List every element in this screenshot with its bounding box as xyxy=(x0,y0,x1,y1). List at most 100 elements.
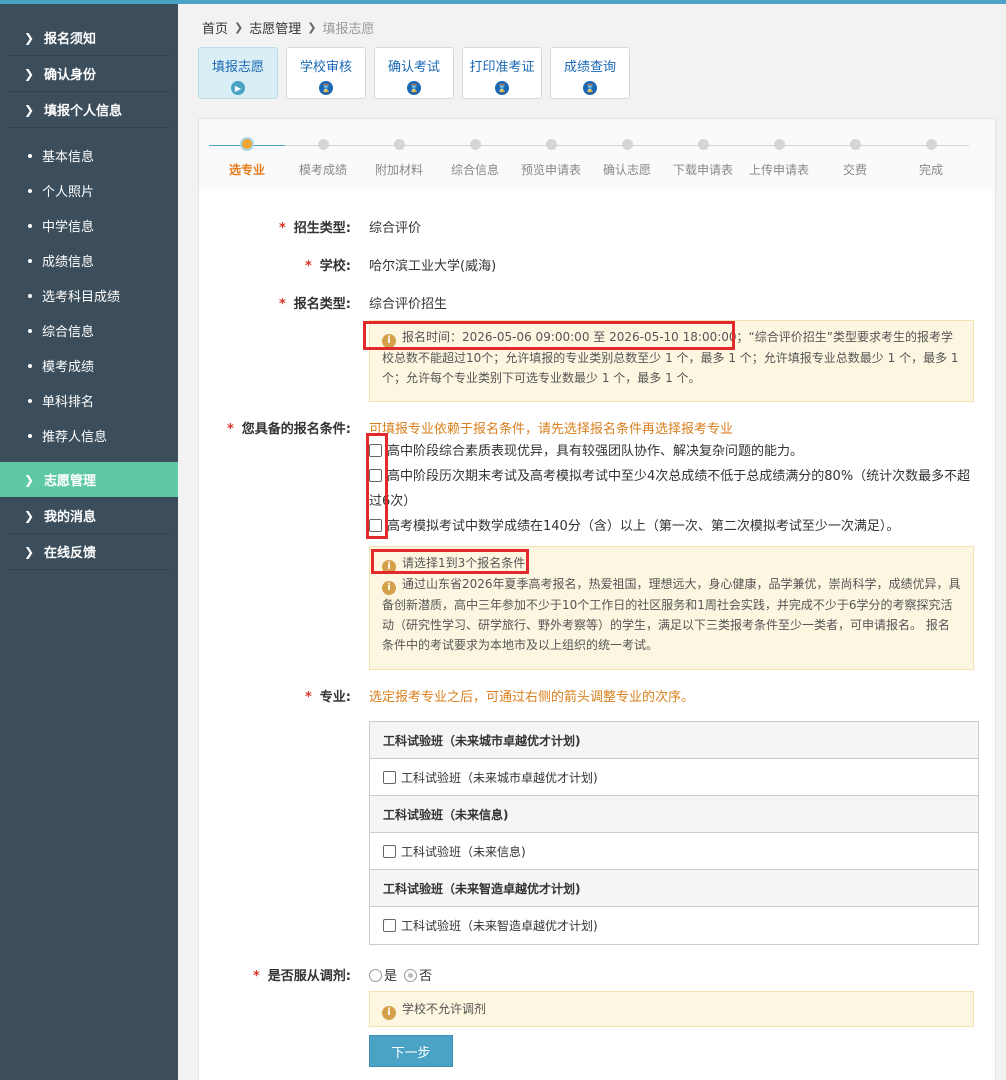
breadcrumb-current: 填报志愿 xyxy=(322,22,375,37)
tab-confirm-exam[interactable]: 确认考试 ⌛ xyxy=(374,47,454,99)
conditions-hint: 可填报专业依赖于报名条件，请先选择报名条件再选择报考专业 xyxy=(369,422,734,437)
play-icon: ▶ xyxy=(231,81,245,95)
step-select-major: 选专业 xyxy=(209,137,285,178)
school-value: 哈尔滨工业大学(威海) xyxy=(369,259,497,274)
sidebar-item-school-info[interactable]: 中学信息 xyxy=(0,208,178,243)
major-group-title: 工科试验班（未来信息) xyxy=(370,796,978,833)
main-content: 首页 ❯ 志愿管理 ❯ 填报志愿 填报志愿 ▶ 学校审核 ⌛ 确认考试 ⌛ 打印准考证… xyxy=(178,4,1006,1080)
hourglass-icon: ⌛ xyxy=(495,81,509,95)
conditions-note-body: 通过山东省2026年夏季高考报名，热爱祖国，理想远大，身心健康，品学兼优，崇尚科… xyxy=(382,577,961,652)
adjust-note: i 学校不允许调剂 xyxy=(369,991,974,1027)
chevron-right-icon: ❯ xyxy=(307,21,317,34)
bullet-icon xyxy=(28,258,32,263)
condition-item: 高中阶段历次期末考试及高考模拟考试中至少4次总成绩不低于总成绩满分的80%（统计… xyxy=(369,469,971,509)
chevron-down-icon: ❯ xyxy=(24,102,35,117)
tab-fill-volunteer[interactable]: 填报志愿 ▶ xyxy=(198,47,278,99)
major-option[interactable]: 工科试验班（未来智造卓越优才计划) xyxy=(370,907,978,944)
sidebar: ❯ 报名须知 ❯ 确认身份 ❯ 填报个人信息 基本信息 个人照片 中学信息 成绩信息 … xyxy=(0,4,178,1080)
breadcrumb: 首页 ❯ 志愿管理 ❯ 填报志愿 xyxy=(202,18,374,37)
step-materials: 附加材料 xyxy=(361,139,437,178)
hourglass-icon: ⌛ xyxy=(583,81,597,95)
step-dot xyxy=(697,139,709,150)
sidebar-item-notice[interactable]: ❯ 报名须知 xyxy=(8,20,170,56)
adjust-no-radio[interactable] xyxy=(404,969,418,982)
highlight-box xyxy=(366,433,388,539)
bullet-icon xyxy=(28,293,32,298)
enroll-type-value: 综合评价 xyxy=(369,221,422,236)
sidebar-item-mock-score[interactable]: 模考成绩 xyxy=(0,348,178,383)
step-dot xyxy=(621,139,633,150)
hourglass-icon: ⌛ xyxy=(407,81,421,95)
chevron-right-icon: ❯ xyxy=(24,66,35,81)
sidebar-item-general-info[interactable]: 综合信息 xyxy=(0,313,178,348)
step-upload: 上传申请表 xyxy=(741,139,817,178)
next-step-button[interactable]: 下一步 xyxy=(369,1035,453,1067)
tab-bar: 填报志愿 ▶ 学校审核 ⌛ 确认考试 ⌛ 打印准考证 ⌛ 成绩查询 ⌛ xyxy=(198,47,630,99)
step-dot xyxy=(469,139,481,150)
progress-steps: 选专业 模考成绩 附加材料 综合信息 预览申请表 确认志愿 下载申请表 上传申请… xyxy=(199,119,995,191)
step-payment: 交费 xyxy=(817,139,893,178)
major-checkbox[interactable] xyxy=(383,844,396,858)
step-dot xyxy=(545,139,557,150)
step-dot xyxy=(240,137,254,151)
info-icon: i xyxy=(382,1006,396,1020)
major-hint: 选定报考专业之后，可通过右侧的箭头调整专业的次序。 xyxy=(369,690,695,705)
adjust-note-text: 学校不允许调剂 xyxy=(402,1002,487,1016)
breadcrumb-home[interactable]: 首页 xyxy=(202,18,228,37)
info-icon: i xyxy=(382,581,396,595)
condition-list: 高中阶段综合素质表现优异，具有较强团队协作、解决复杂问题的能力。 高中阶段历次期… xyxy=(369,439,979,539)
step-dot xyxy=(849,139,861,150)
major-option[interactable]: 工科试验班（未来信息) xyxy=(370,833,978,870)
major-checkbox[interactable] xyxy=(383,919,396,932)
sidebar-item-basic-info[interactable]: 基本信息 xyxy=(0,138,178,173)
sidebar-item-volunteer-management[interactable]: ❯ 志愿管理 xyxy=(0,462,178,498)
step-preview: 预览申请表 xyxy=(513,139,589,178)
bullet-icon xyxy=(28,223,32,228)
step-dot xyxy=(925,139,937,150)
highlight-box xyxy=(363,321,735,350)
bullet-icon xyxy=(28,328,32,333)
major-option[interactable]: 工科试验班（未来城市卓越优才计划) xyxy=(370,759,978,796)
chevron-right-icon: ❯ xyxy=(24,544,35,559)
bullet-icon xyxy=(28,363,32,368)
major-group-title: 工科试验班（未来城市卓越优才计划) xyxy=(370,722,978,759)
apply-type-value: 综合评价招生 xyxy=(369,297,448,312)
major-checkbox[interactable] xyxy=(383,770,396,784)
sidebar-item-referee[interactable]: 推荐人信息 xyxy=(0,418,178,453)
sidebar-item-confirm-identity[interactable]: ❯ 确认身份 xyxy=(8,56,170,92)
bullet-icon xyxy=(28,153,32,158)
highlight-box xyxy=(371,549,529,574)
chevron-right-icon: ❯ xyxy=(24,508,35,523)
step-finish: 完成 xyxy=(893,139,969,178)
chevron-right-icon: ❯ xyxy=(234,21,244,34)
sidebar-item-elective-score[interactable]: 选考科目成绩 xyxy=(0,278,178,313)
tab-print-admission[interactable]: 打印准考证 ⌛ xyxy=(462,47,542,99)
bullet-icon xyxy=(28,188,32,193)
sidebar-item-messages[interactable]: ❯ 我的消息 xyxy=(8,498,170,534)
tab-score-query[interactable]: 成绩查询 ⌛ xyxy=(550,47,630,99)
step-general-info: 综合信息 xyxy=(437,139,513,178)
sidebar-item-subject-rank[interactable]: 单科排名 xyxy=(0,383,178,418)
chevron-right-icon: ❯ xyxy=(24,30,35,45)
breadcrumb-section[interactable]: 志愿管理 xyxy=(249,18,301,37)
sidebar-item-personal-info[interactable]: ❯ 填报个人信息 xyxy=(8,92,170,128)
tab-school-review[interactable]: 学校审核 ⌛ xyxy=(286,47,366,99)
sidebar-item-photo[interactable]: 个人照片 xyxy=(0,173,178,208)
form-panel: 选专业 模考成绩 附加材料 综合信息 预览申请表 确认志愿 下载申请表 上传申请… xyxy=(198,118,996,1080)
major-group-title: 工科试验班（未来智造卓越优才计划) xyxy=(370,870,978,907)
step-dot xyxy=(317,139,329,150)
sidebar-item-feedback[interactable]: ❯ 在线反馈 xyxy=(8,534,170,570)
condition-item: 高考模拟考试中数学成绩在140分（含）以上（第一次、第二次模拟考试至少一次满足）… xyxy=(369,514,979,539)
bullet-icon xyxy=(28,433,32,438)
step-mock-score: 模考成绩 xyxy=(285,139,361,178)
chevron-right-icon: ❯ xyxy=(24,472,35,487)
condition-item: 高中阶段综合素质表现优异，具有较强团队协作、解决复杂问题的能力。 xyxy=(369,439,979,464)
sidebar-item-score-info[interactable]: 成绩信息 xyxy=(0,243,178,278)
step-dot xyxy=(773,139,785,150)
step-dot xyxy=(393,139,405,150)
adjust-yes-radio[interactable] xyxy=(369,969,382,982)
step-confirm: 确认志愿 xyxy=(589,139,665,178)
step-download: 下载申请表 xyxy=(665,139,741,178)
major-list: 工科试验班（未来城市卓越优才计划) 工科试验班（未来城市卓越优才计划) 工科试验… xyxy=(369,721,979,945)
sidebar-submenu: 基本信息 个人照片 中学信息 成绩信息 选考科目成绩 综合信息 模考成绩 单科排… xyxy=(0,128,178,462)
